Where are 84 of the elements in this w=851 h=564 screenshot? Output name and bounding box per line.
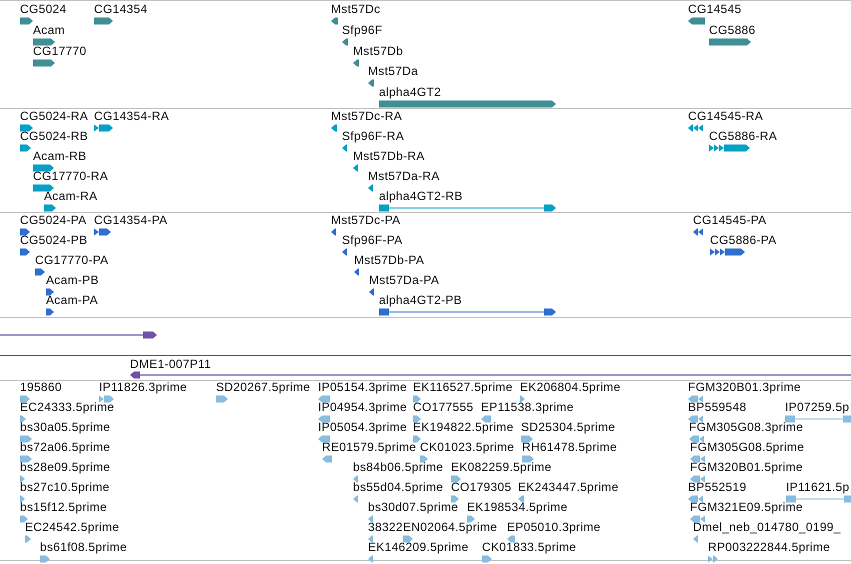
feature-label: CG17770-RA [33,170,108,183]
feature-label: CK01833.5prime [482,541,576,554]
feature-label: CG14545-RA [688,110,764,123]
feature-label: IP05154.3prime [318,381,407,394]
feature-label: EK243447.5prime [518,481,619,494]
feature-label: RH61478.5prime [522,441,617,454]
feature-label: CG5024 [20,3,66,16]
feature-label: alpha4GT2 [379,86,442,100]
feature-label: FGM321E09.5prime [690,501,803,514]
feature-label: bs30a05.5prime [20,421,110,434]
feature-label: Mst57Db-RA [353,150,425,163]
feature-label: EK198534.5prime [467,501,568,514]
feature-label: IP11826.3prime [99,381,188,394]
feature-label: EK116527.5prime [413,381,513,394]
feature-label: CG14545 [688,3,742,16]
feature-label: EC24542.5prime [25,521,120,534]
feature-label: CG14354 [94,3,148,16]
feature-label: BP552519 [688,481,746,494]
feature-label: IP04954.3prime [318,401,407,414]
feature-label: Sfp96F [342,24,382,37]
feature-label: Acam-RA [44,190,98,203]
feature-label: SD25304.5prime [521,421,616,434]
feature-label: FGM320B01.3prime [688,381,801,394]
feature-label: EC24333.5prime [20,401,114,414]
feature-label: Mst57Dc-PA [331,214,400,227]
feature-label: EK146209.5prime [368,541,469,554]
feature-label: EN02064.5prime [403,521,498,534]
feature-label: bs28e09.5prime [20,461,110,474]
feature-label: CG17770 [33,44,86,58]
feature-label: EK194822.5prime [413,421,514,434]
feature-label: Mst57Da-PA [369,274,440,287]
feature-label: Acam-PA [46,294,98,307]
feature-label: CG14354-PA [94,214,168,227]
feature-label: Acam [33,24,65,37]
feature-label: Mst57Db-PA [354,254,424,267]
feature-label: CG17770-PA [35,254,108,267]
feature-label: Dmel_neb_014780_0199_ [693,521,841,534]
feature-label: bs84b06.5prime [353,461,444,474]
feature-label: IP11621.5p [786,481,850,494]
feature-label: RP003222844.5prime [708,541,830,554]
feature-label: CG5024-RA [20,110,88,123]
feature-label: Mst57Dc-RA [331,110,402,123]
feature-label: EK206804.5prime [520,381,621,394]
feature-label: bs27c10.5prime [20,481,110,494]
feature-label: Mst57Db [353,44,404,58]
feature-label: Mst57Da-RA [368,170,440,183]
feature-label: CG14545-PA [693,214,766,227]
feature-label: Mst57Da [368,65,418,78]
feature-label: Acam-RB [33,150,86,163]
feature-label: Sfp96F-RA [342,130,404,143]
feature-label: alpha4GT2-RB [379,190,463,203]
feature-label: EP11538.3prime [481,401,574,414]
feature-label: CG5024-RB [20,130,88,143]
feature-label: alpha4GT2-PB [379,294,462,307]
feature-label: CK01023.5prime [420,441,514,454]
feature-label: EK082259.5prime [451,461,552,474]
feature-label: bs15f12.5prime [20,501,107,514]
feature-label: CG5024-PA [20,214,87,227]
feature-label: FGM320B01.5prime [690,461,803,474]
feature-label: Acam-PB [46,274,99,287]
feature-label: bs30d07.5prime [368,501,458,514]
feature-label: bs61f08.5prime [40,541,127,554]
feature-label: BP559548 [688,401,746,414]
feature-label: Mst57Dc [331,3,380,16]
feature-label: CO177555 [413,401,474,414]
feature-label: CG5886-RA [709,130,778,143]
feature-label: 38322 [368,521,403,534]
feature-label: bs55d04.5prime [353,481,444,494]
feature-label: Sfp96F-PA [342,234,403,247]
feature-label: RE01579.5prime [322,441,416,454]
feature-label: CO179305 [451,481,512,494]
feature-label: 195860 [20,381,62,394]
feature-label: EP05010.3prime [507,521,601,534]
feature-label: IP05054.3prime [318,421,407,434]
feature-label: FGM305G08.3prime [689,421,804,434]
feature-label: CG5886-PA [710,234,777,247]
feature-label: SD20267.5prime [216,381,310,394]
clone-label: DME1-007P11 [130,358,212,371]
feature-label: CG5024-PB [20,234,88,247]
feature-label: bs72a06.5prime [20,441,110,454]
feature-label: CG14354-RA [94,110,170,123]
feature-label: CG5886 [709,24,756,37]
feature-label: FGM305G08.5prime [690,441,804,454]
feature-label: IP07259.5p [785,401,850,414]
